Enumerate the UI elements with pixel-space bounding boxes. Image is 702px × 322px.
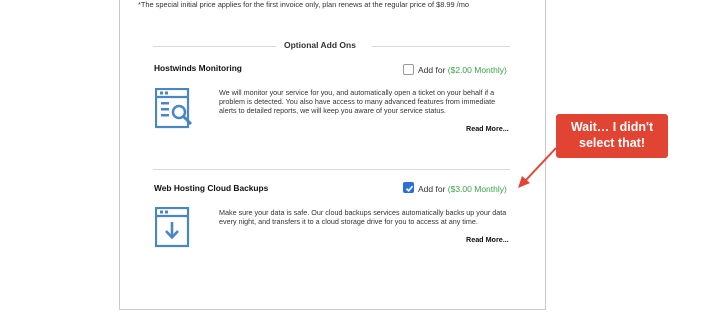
annotation-callout: Wait… I didn't select that! [556,114,668,158]
callout-arrow [518,147,557,188]
callout-line-1: Wait… I didn't [570,120,654,134]
callout-line-2: select that! [579,136,645,150]
